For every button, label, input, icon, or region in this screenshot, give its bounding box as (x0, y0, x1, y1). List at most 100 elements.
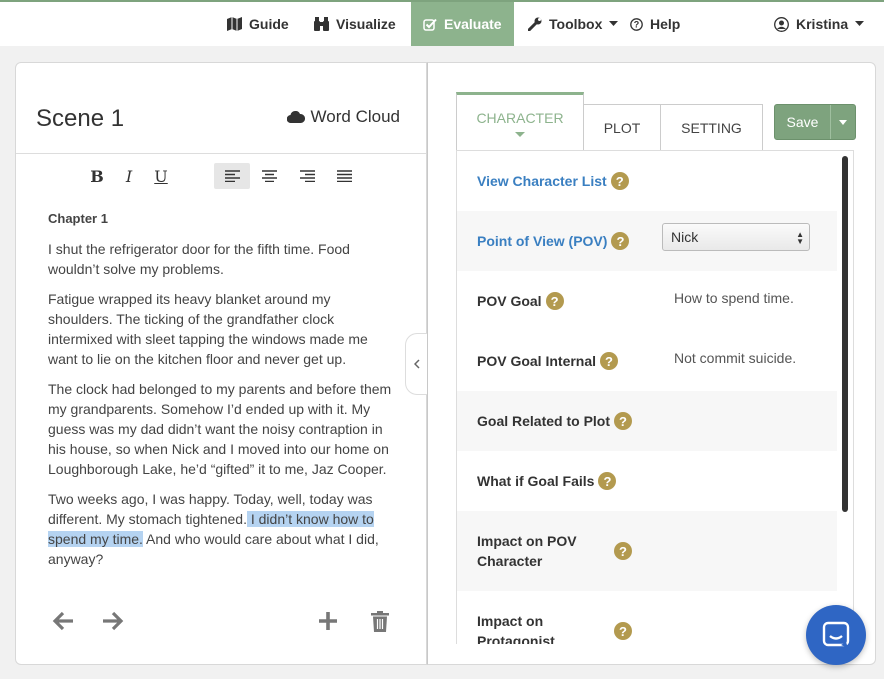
format-toolbar: B I U (16, 163, 426, 191)
pov-goal-internal-label: POV Goal Internal ? (477, 352, 619, 370)
paragraph: Fatigue wrapped its heavy blanket around… (48, 291, 368, 367)
trash-icon (371, 611, 389, 632)
word-cloud-button[interactable]: Word Cloud (286, 107, 400, 127)
paragraph: Two weeks ago, I was happy. Today, well,… (48, 489, 398, 569)
pov-label: Point of View (POV) ? (477, 232, 630, 250)
nav-visualize-label: Visualize (336, 16, 396, 32)
align-left-icon (224, 170, 240, 182)
caret-down-icon (855, 21, 865, 26)
field-label: Impact on (477, 613, 544, 629)
header-divider (16, 153, 426, 154)
field-row: Goal Related to Plot ? (457, 391, 837, 451)
pov-select[interactable]: Nick ▲ ▼ (662, 223, 810, 251)
field-label: Point of View (POV) (477, 233, 608, 249)
help-icon[interactable]: ? (611, 232, 630, 250)
chapter-heading: Chapter 1 (48, 211, 108, 226)
word-cloud-label: Word Cloud (310, 107, 400, 126)
field-row: What if Goal Fails ? (457, 451, 837, 511)
nav-toolbox[interactable]: Toolbox (528, 2, 619, 46)
tab-character[interactable]: CHARACTER (456, 92, 584, 152)
binoculars-icon (314, 17, 329, 31)
help-icon[interactable]: ? (614, 622, 632, 640)
user-circle-icon (774, 16, 789, 32)
help-icon[interactable]: ? (598, 472, 617, 490)
wrench-icon (528, 17, 542, 31)
pov-goal-label: POV Goal ? (477, 292, 564, 310)
what-if-goal-fails-label: What if Goal Fails ? (477, 472, 617, 490)
nav-help[interactable]: ? Help (630, 2, 680, 46)
tab-setting[interactable]: SETTING (660, 104, 763, 152)
caret-down-icon (515, 132, 525, 137)
scrollbar[interactable] (842, 156, 848, 512)
checkbox-icon (423, 18, 437, 31)
scene-editor-panel: Scene 1 Word Cloud B I U Chapter 1 I shu… (15, 62, 427, 665)
save-button-group: Save (774, 104, 856, 140)
help-icon[interactable]: ? (600, 352, 619, 370)
caret-down-icon (839, 119, 847, 125)
tab-character-label: CHARACTER (476, 110, 564, 126)
next-scene-button[interactable] (102, 611, 124, 636)
help-icon[interactable]: ? (614, 542, 632, 560)
tab-setting-label: SETTING (681, 120, 742, 136)
field-row: POV Goal ? How to spend time. (457, 271, 837, 331)
cloud-icon (286, 111, 305, 123)
add-scene-button[interactable] (318, 611, 338, 636)
user-name: Kristina (796, 16, 849, 32)
bold-button[interactable]: B (79, 163, 115, 189)
paragraph: I shut the refrigerator door for the fif… (48, 241, 350, 277)
map-icon (227, 17, 242, 31)
nav-guide-label: Guide (249, 16, 289, 32)
field-label: View Character List (477, 173, 607, 189)
help-icon[interactable]: ? (610, 172, 629, 190)
top-nav: Guide Visualize Evaluate Toolbox ? Help … (0, 0, 884, 46)
question-circle-icon: ? (630, 17, 643, 31)
field-row: Impact on Protagonist ? (457, 591, 837, 644)
align-center-button[interactable] (251, 163, 287, 189)
field-label: Goal Related to Plot (477, 413, 611, 429)
help-icon[interactable]: ? (614, 412, 633, 430)
impact-on-pov-label: Impact on POV Character (477, 531, 577, 571)
previous-scene-button[interactable] (52, 611, 74, 636)
arrow-left-icon (52, 611, 73, 631)
align-justify-icon (336, 170, 352, 182)
pov-select-value: Nick (671, 229, 699, 245)
nav-evaluate[interactable]: Evaluate (411, 2, 514, 46)
tab-plot[interactable]: PLOT (583, 104, 661, 152)
user-menu[interactable]: Kristina (774, 2, 865, 46)
field-label: POV Goal Internal (477, 353, 597, 369)
italic-button[interactable]: I (111, 163, 147, 189)
svg-text:?: ? (634, 19, 640, 29)
chevron-left-icon (413, 359, 420, 369)
pov-goal-value[interactable]: How to spend time. (674, 290, 794, 306)
field-label: What if Goal Fails (477, 473, 595, 489)
chat-launcher-button[interactable] (806, 605, 866, 665)
underline-button[interactable]: U (143, 163, 179, 189)
text-editor[interactable]: Chapter 1 I shut the refrigerator door f… (48, 209, 398, 579)
arrow-right-icon (103, 611, 124, 631)
view-character-list-link[interactable]: View Character List ? (477, 172, 629, 190)
pov-goal-internal-value[interactable]: Not commit suicide. (674, 350, 796, 366)
save-options-button[interactable] (831, 105, 855, 139)
align-center-icon (261, 170, 277, 182)
paragraph: The clock had belonged to my parents and… (48, 381, 392, 477)
nav-evaluate-label: Evaluate (444, 16, 502, 32)
select-arrows-icon: ▲ ▼ (796, 230, 804, 246)
field-row: Impact on POV Character ? (457, 511, 837, 591)
align-right-button[interactable] (289, 163, 325, 189)
delete-scene-button[interactable] (371, 611, 389, 637)
align-justify-button[interactable] (326, 163, 362, 189)
tab-plot-label: PLOT (603, 120, 641, 136)
field-label: Protagonist (477, 633, 555, 644)
save-button[interactable]: Save (775, 105, 831, 139)
align-left-button[interactable] (214, 163, 250, 189)
plus-icon (319, 612, 337, 630)
field-row: Point of View (POV) ? Nick ▲ ▼ (457, 211, 837, 271)
nav-visualize[interactable]: Visualize (314, 2, 396, 46)
caret-down-icon (609, 21, 619, 26)
field-row: View Character List ? (457, 151, 837, 211)
nav-guide[interactable]: Guide (227, 2, 289, 46)
align-right-icon (299, 170, 315, 182)
help-icon[interactable]: ? (545, 292, 564, 310)
nav-help-label: Help (650, 16, 681, 32)
collapse-panel-button[interactable] (405, 333, 427, 395)
